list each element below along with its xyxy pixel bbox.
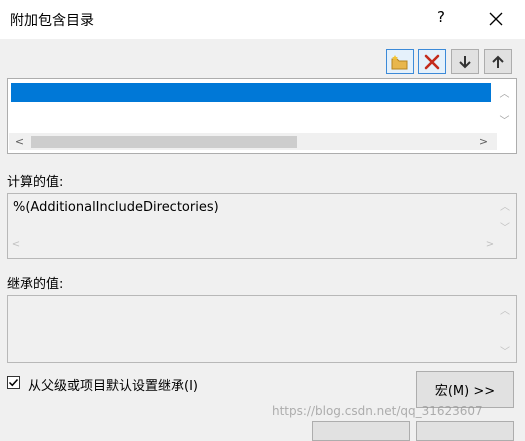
computed-value-label: 计算的值: — [7, 175, 64, 190]
computed-value-text: %(AdditionalIncludeDirectories) — [13, 200, 219, 215]
scroll-down-icon[interactable]: ﹀ — [499, 343, 511, 358]
inherited-value-label: 继承的值: — [7, 277, 64, 292]
scroll-left-icon[interactable]: < — [10, 239, 22, 250]
scroll-down-icon[interactable]: ﹀ — [496, 111, 513, 128]
arrow-down-icon — [459, 55, 471, 68]
delete-x-icon — [424, 54, 440, 69]
watermark: https://blog.csdn.net/qq_31623607 — [272, 404, 483, 418]
cancel-button[interactable] — [416, 421, 514, 441]
title-bar: 附加包含目录 ? — [0, 0, 525, 39]
scroll-right-icon[interactable]: > — [484, 239, 496, 250]
computed-value-box: %(AdditionalIncludeDirectories) ︿ ﹀ < > — [7, 193, 517, 259]
close-icon — [489, 12, 503, 26]
inherit-checkbox-label[interactable]: 从父级或项目默认设置继承(I) — [28, 375, 198, 394]
list-item-selected[interactable] — [11, 83, 491, 102]
inherited-value-box: ︿ ﹀ — [7, 295, 517, 363]
delete-line-button[interactable] — [418, 49, 446, 74]
new-line-button[interactable] — [386, 49, 414, 74]
close-button[interactable] — [484, 7, 508, 31]
ok-button[interactable] — [312, 421, 410, 441]
inherit-checkbox[interactable] — [7, 376, 20, 389]
arrow-up-icon — [492, 55, 504, 68]
new-folder-icon — [391, 54, 408, 69]
move-down-button[interactable] — [451, 49, 479, 74]
checkmark-icon — [8, 378, 19, 387]
scroll-down-icon[interactable]: ﹀ — [499, 219, 511, 234]
horizontal-scrollbar[interactable]: < > — [9, 133, 497, 150]
help-button[interactable]: ? — [432, 8, 450, 30]
window-title: 附加包含目录 — [10, 13, 94, 29]
scroll-up-icon[interactable]: ︿ — [499, 198, 511, 213]
scroll-up-icon[interactable]: ︿ — [499, 302, 511, 317]
scroll-right-icon[interactable]: > — [475, 133, 492, 150]
scroll-up-icon[interactable]: ︿ — [496, 84, 513, 101]
scroll-thumb[interactable] — [31, 136, 297, 148]
macros-button[interactable]: 宏(M) >> — [416, 371, 514, 408]
directory-list[interactable]: ︿ ﹀ < > — [7, 78, 517, 154]
move-up-button[interactable] — [484, 49, 512, 74]
scroll-left-icon[interactable]: < — [11, 133, 28, 150]
